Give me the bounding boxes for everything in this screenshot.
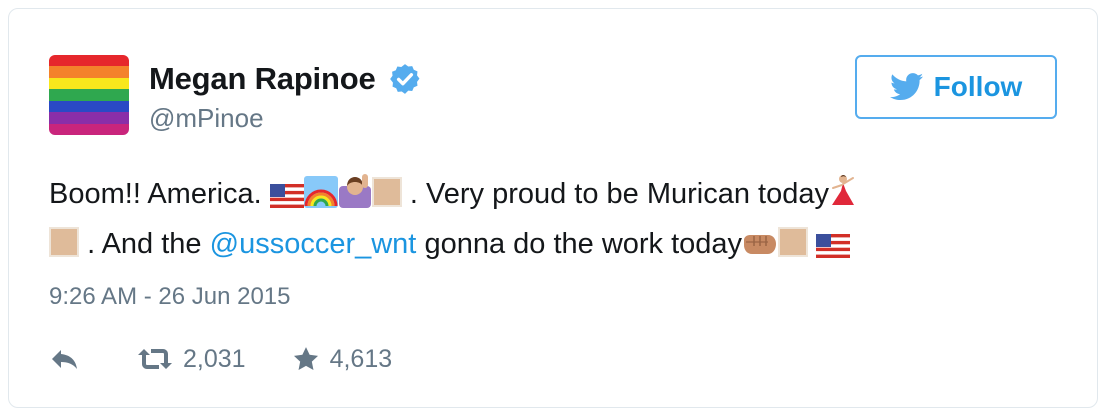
rainbow-icon [303,176,338,208]
avatar-stripe-yellow [49,77,129,90]
tweet-text-segment-4: gonna do the work today [424,228,743,260]
fist-icon [742,232,778,258]
retweet-button[interactable]: 2,031 [137,345,246,374]
author-block: Megan Rapinoe @mPinoe [149,61,422,134]
follow-button[interactable]: Follow [855,55,1057,119]
follow-button-label: Follow [933,71,1023,102]
tweet-text-segment-2: . Very proud to be Murican today [409,178,830,210]
avatar-stripe-orange [49,66,129,78]
raising-hand-icon [338,174,372,208]
verified-badge-icon [388,62,422,96]
retweet-icon [138,349,172,369]
us-flag-icon [269,184,304,208]
avatar-stripe-red [49,55,129,67]
skin-tone-icon [371,177,402,207]
like-button[interactable]: 4,613 [292,344,393,374]
avatar[interactable] [49,55,129,135]
tweet-text-segment-3: . And the [87,228,202,260]
reply-icon [52,350,77,369]
like-count: 4,613 [329,344,393,373]
retweet-count: 2,031 [183,344,246,373]
avatar-stripe-magenta [49,123,129,135]
tweet-text-segment-1: Boom!! America. [49,178,262,210]
author-display-name[interactable]: Megan Rapinoe [149,61,376,97]
dancer-icon [829,174,859,208]
mention-link[interactable]: @ussoccer_wnt [210,228,417,260]
reply-button[interactable] [49,347,81,371]
star-icon [293,347,318,370]
twitter-bird-icon [889,73,923,101]
skin-tone-icon [778,227,809,257]
tweet-timestamp[interactable]: 9:26 AM - 26 Jun 2015 [49,283,291,311]
avatar-stripe-purple [49,112,129,124]
us-flag-icon [816,234,851,258]
skin-tone-icon [49,227,79,257]
avatar-stripe-blue [49,100,129,113]
avatar-stripe-green [49,89,129,101]
tweet-card: Megan Rapinoe @mPinoe Follow Boom!! Amer… [8,8,1098,408]
author-handle[interactable]: @mPinoe [149,103,422,134]
tweet-text: Boom!! America. . Very proud to be Muric… [49,169,1059,269]
tweet-actions: 2,031 4,613 [49,339,392,379]
